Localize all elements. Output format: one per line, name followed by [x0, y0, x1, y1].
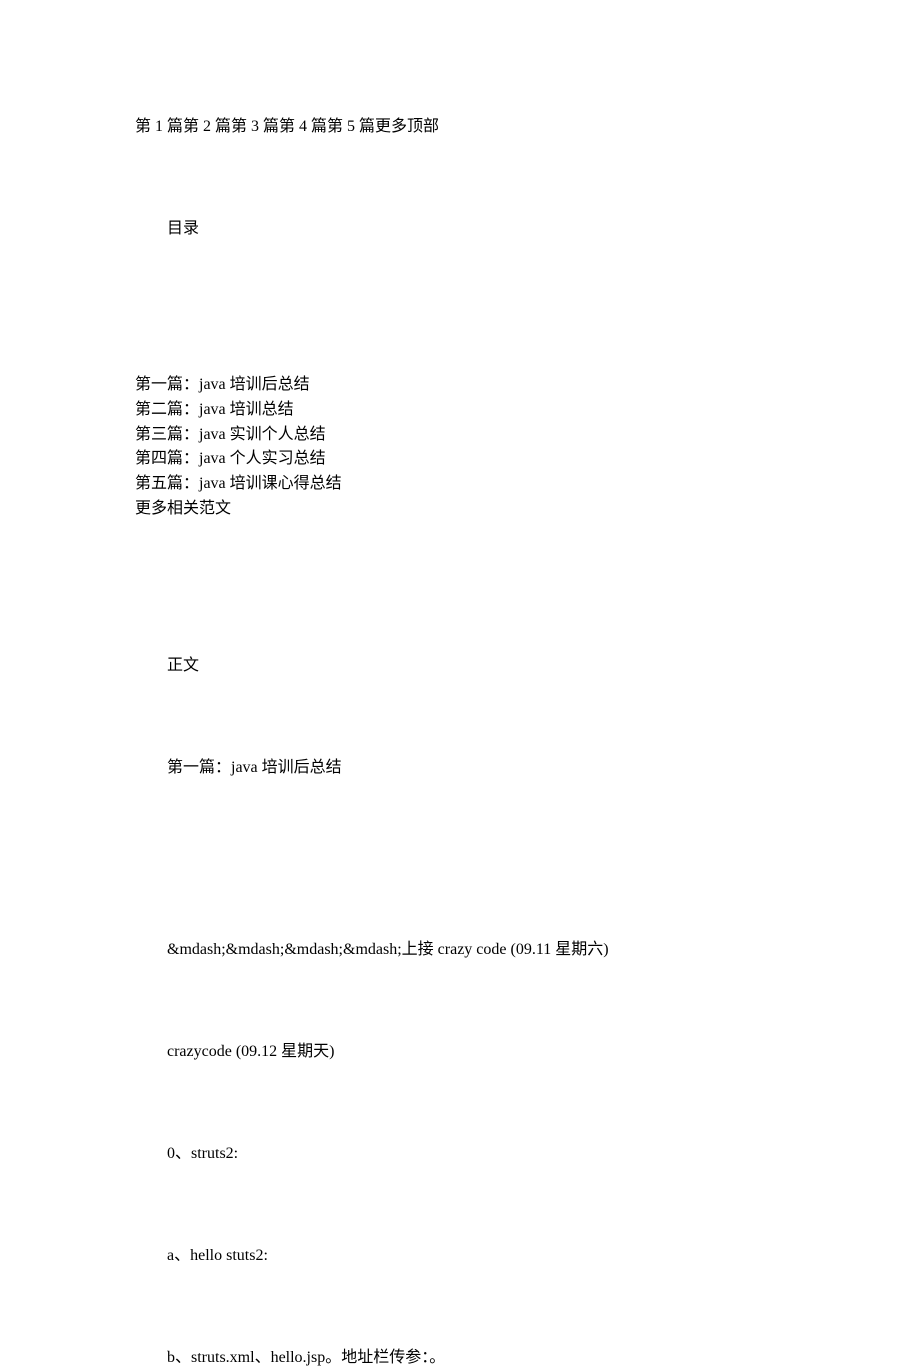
- toc-item-text: 第一篇：java 培训后总结: [135, 376, 310, 393]
- toc-item-text: 第二篇：java 培训总结: [135, 401, 294, 418]
- toc-item: 第三篇：java 实训个人总结: [135, 423, 785, 448]
- toc-list: 第一篇：java 培训后总结 第二篇：java 培训总结 第三篇：java 实训…: [135, 373, 785, 522]
- nav-header: 第 1 篇第 2 篇第 3 篇第 4 篇第 5 篇更多顶部: [135, 115, 785, 139]
- toc-item: 第一篇：java 培训后总结: [135, 373, 785, 398]
- paragraph-text: 0、struts2:: [167, 1145, 238, 1162]
- paragraph-text: a、hello stuts2:: [167, 1247, 268, 1264]
- section-label: 正文: [135, 654, 785, 678]
- article-title-text: 第一篇：java 培训后总结: [167, 759, 342, 776]
- toc-item: 第二篇：java 培训总结: [135, 398, 785, 423]
- paragraph: a、hello stuts2:: [135, 1244, 785, 1268]
- paragraph: crazycode (09.12 星期天): [135, 1040, 785, 1064]
- nav-header-text: 第 1 篇第 2 篇第 3 篇第 4 篇第 5 篇更多顶部: [135, 118, 439, 135]
- section-label-text: 正文: [167, 657, 199, 674]
- toc-item-text: 更多相关范文: [135, 500, 231, 517]
- toc-item-text: 第四篇：java 个人实习总结: [135, 450, 326, 467]
- paragraph-text: b、struts.xml、hello.jsp。地址栏传参：。: [167, 1349, 445, 1366]
- toc-title: 目录: [135, 217, 785, 241]
- toc-item-text: 第五篇：java 培训课心得总结: [135, 475, 342, 492]
- paragraph: b、struts.xml、hello.jsp。地址栏传参：。: [135, 1346, 785, 1370]
- toc-item: 第五篇：java 培训课心得总结: [135, 472, 785, 497]
- toc-item: 第四篇：java 个人实习总结: [135, 447, 785, 472]
- toc-item: 更多相关范文: [135, 497, 785, 522]
- article-title: 第一篇：java 培训后总结: [135, 756, 785, 780]
- toc-item-text: 第三篇：java 实训个人总结: [135, 426, 326, 443]
- paragraph-text: &mdash;&mdash;&mdash;&mdash;上接 crazy cod…: [167, 941, 609, 958]
- paragraph: &mdash;&mdash;&mdash;&mdash;上接 crazy cod…: [135, 938, 785, 962]
- toc-title-text: 目录: [167, 220, 199, 237]
- paragraph-text: crazycode (09.12 星期天): [167, 1043, 335, 1060]
- paragraph: 0、struts2:: [135, 1142, 785, 1166]
